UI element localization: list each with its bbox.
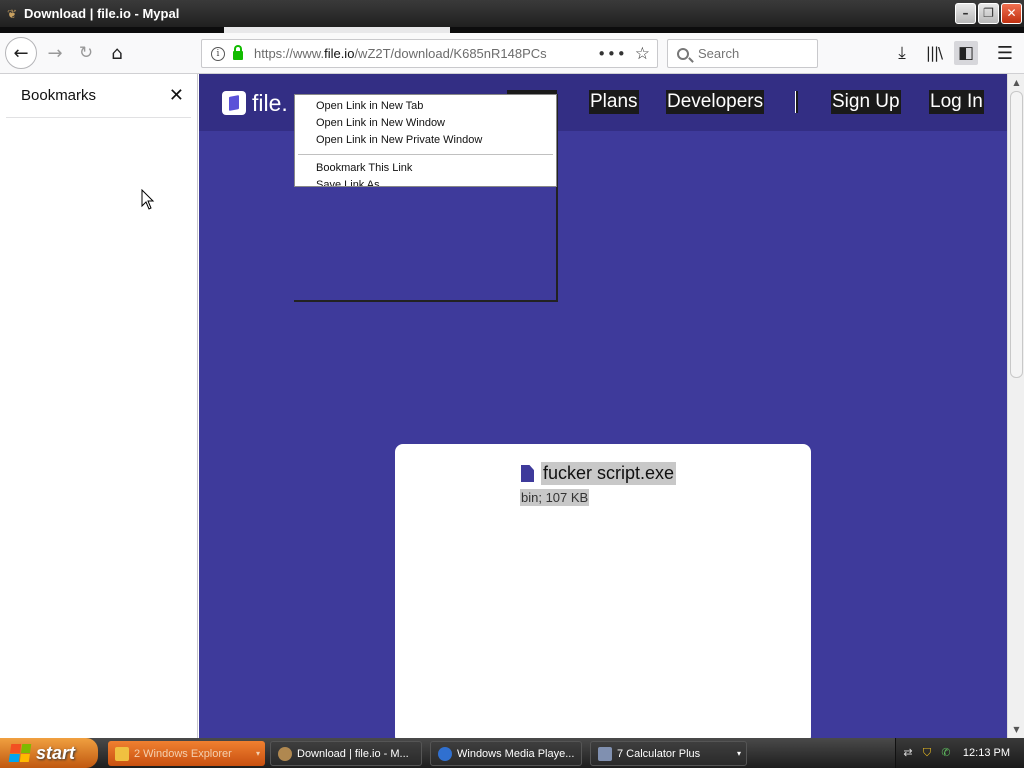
start-label: start <box>36 742 76 763</box>
hamburger-menu-icon[interactable]: ☰ <box>993 41 1017 65</box>
url-path: /wZ2T/download/K685nR148PCs <box>354 46 547 61</box>
file-meta: bin; 107 KB <box>520 489 590 506</box>
media-player-icon <box>438 746 452 761</box>
minimize-button[interactable]: – <box>955 3 976 24</box>
menu-item-save-link-as[interactable]: Save Link As <box>295 177 556 186</box>
windows-logo-icon <box>8 744 32 762</box>
site-logo-text[interactable]: file. <box>252 90 288 117</box>
mouse-cursor-icon <box>141 189 155 210</box>
window-title: Download | file.io - Mypal <box>24 6 180 21</box>
sidebar-header: Bookmarks ✕ <box>6 74 191 118</box>
nav-link-login[interactable]: Log In <box>929 90 984 114</box>
back-button[interactable]: ← <box>5 37 37 69</box>
nav-link-signup[interactable]: Sign Up <box>831 90 901 114</box>
network-icon[interactable]: ⇄ <box>901 746 915 760</box>
start-button[interactable]: start <box>0 738 98 768</box>
file-io-logo-icon[interactable] <box>222 91 246 115</box>
navigation-toolbar: ← → ↻ ⌂ i https://www.file.io/wZ2T/downl… <box>0 33 1024 74</box>
task-calculator-plus[interactable]: 7 Calculator Plus ▾ <box>590 741 747 766</box>
nav-divider <box>795 91 798 113</box>
url-bar[interactable]: i https://www.file.io/wZ2T/download/K685… <box>201 39 658 68</box>
menu-separator <box>298 154 553 155</box>
task-label: 2 Windows Explorer <box>134 747 232 760</box>
task-label: Download | file.io - M... <box>297 747 409 760</box>
menu-item-open-new-tab[interactable]: Open Link in New Tab <box>295 98 556 115</box>
window-titlebar: ❦ Download | file.io - Mypal – ❐ ✕ <box>0 0 1024 27</box>
task-label: Windows Media Playe... <box>457 747 575 760</box>
secure-lock-icon[interactable] <box>233 45 243 60</box>
library-icon[interactable]: |||\ <box>922 41 946 65</box>
taskbar: start 2 Windows Explorer ▾ Download | fi… <box>0 738 1024 768</box>
mypal-icon <box>278 746 292 761</box>
url-text[interactable]: https://www.file.io/wZ2T/download/K685nR… <box>254 46 597 61</box>
scroll-up-arrow-icon[interactable]: ▲ <box>1010 76 1023 89</box>
system-tray: ⇄ ⛉ ✆ 12:13 PM <box>895 738 1024 768</box>
restore-button[interactable]: ❐ <box>978 3 999 24</box>
scroll-down-arrow-icon[interactable]: ▼ <box>1010 723 1023 736</box>
connection-icon[interactable]: ✆ <box>939 746 953 760</box>
menu-item-open-private-window[interactable]: Open Link in New Private Window <box>295 132 556 149</box>
nav-link-plans[interactable]: Plans <box>589 90 639 114</box>
sidebar-title: Bookmarks <box>21 87 97 104</box>
folder-icon <box>115 746 129 761</box>
bookmark-star-icon[interactable]: ☆ <box>635 44 650 64</box>
task-windows-media-player[interactable]: Windows Media Playe... <box>430 741 582 766</box>
task-mypal-download[interactable]: Download | file.io - M... <box>270 741 422 766</box>
scrollbar-thumb[interactable] <box>1010 91 1023 378</box>
reload-button[interactable]: ↻ <box>71 38 101 68</box>
bookmarks-sidebar: Bookmarks ✕ <box>0 74 198 738</box>
clock[interactable]: 12:13 PM <box>963 747 1010 759</box>
chevron-down-icon: ▾ <box>255 749 260 758</box>
task-windows-explorer[interactable]: 2 Windows Explorer ▾ <box>108 741 265 766</box>
sidebar-close-icon[interactable]: ✕ <box>169 85 184 106</box>
page-actions-icon[interactable]: ••• <box>597 45 627 63</box>
search-input[interactable] <box>698 46 808 61</box>
close-window-button[interactable]: ✕ <box>1001 3 1022 24</box>
nav-link-developers[interactable]: Developers <box>666 90 765 114</box>
home-button[interactable]: ⌂ <box>102 38 132 68</box>
file-icon <box>521 465 534 482</box>
calculator-icon <box>598 746 612 761</box>
search-icon <box>677 47 689 60</box>
context-menu-shadow: Open Link in New Tab Open Link in New Wi… <box>294 94 558 302</box>
site-info-icon[interactable]: i <box>211 46 225 61</box>
search-bar[interactable] <box>667 39 818 68</box>
security-shield-icon[interactable]: ⛉ <box>920 746 934 760</box>
chevron-down-icon: ▾ <box>736 749 741 758</box>
menu-item-open-new-window[interactable]: Open Link in New Window <box>295 115 556 132</box>
url-prefix: https://www. <box>254 46 325 61</box>
url-domain: file.io <box>324 46 355 61</box>
context-menu: Open Link in New Tab Open Link in New Wi… <box>294 94 557 187</box>
mypal-app-icon: ❦ <box>6 6 18 21</box>
web-content: file. Plans Developers Sign Up Log In Op… <box>199 74 1007 738</box>
vertical-scrollbar[interactable]: ▲ ▼ <box>1007 74 1024 738</box>
window-controls: – ❐ ✕ <box>955 3 1022 24</box>
file-card: fucker script.exe bin; 107 KB <box>395 444 811 738</box>
sidebar-toggle-icon[interactable]: ◧ <box>954 41 978 65</box>
menu-item-bookmark-link[interactable]: Bookmark This Link <box>295 160 556 177</box>
task-label: 7 Calculator Plus <box>617 747 701 760</box>
forward-button[interactable]: → <box>40 38 70 68</box>
downloads-icon[interactable]: ⤓ <box>890 41 914 65</box>
file-name: fucker script.exe <box>541 462 677 485</box>
